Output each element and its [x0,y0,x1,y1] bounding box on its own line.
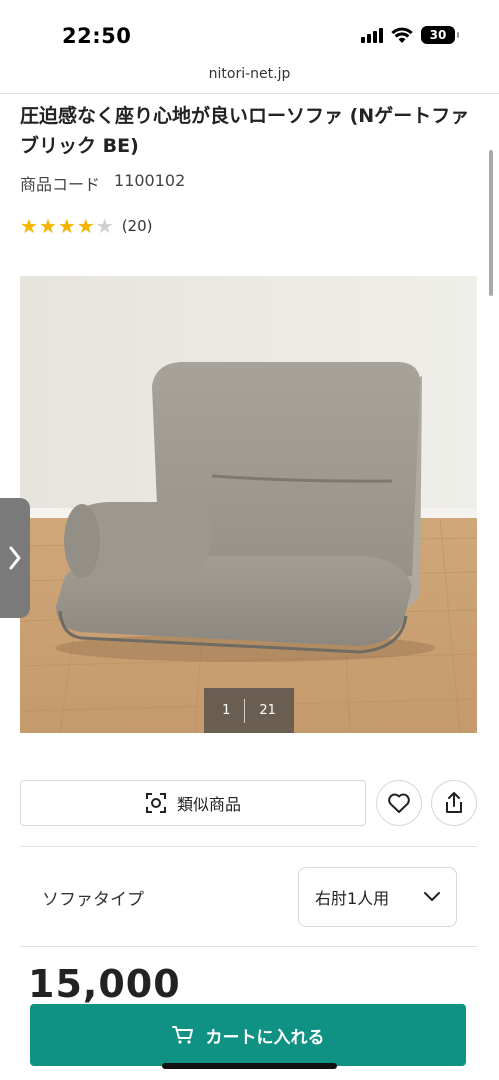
sofa-type-value: 右肘1人用 [315,889,390,908]
chevron-down-icon [424,892,440,901]
product-code: 商品コード 1100102 [20,171,185,195]
sofa-type-label: ソファタイプ [42,890,144,910]
product-image[interactable]: 1 21 [20,276,477,733]
home-indicator [162,1063,337,1069]
cellular-signal-icon [361,27,383,43]
image-current: 1 [222,703,231,718]
share-icon [446,792,462,813]
battery-icon: 30 [421,26,459,44]
status-time: 22:50 [62,24,132,48]
chevron-right-icon [9,546,21,570]
image-total: 21 [259,703,276,718]
add-to-cart-label: カートに入れる [205,1027,325,1048]
image-search-icon [145,793,166,813]
sofa-image [20,276,477,733]
url-bar[interactable]: nitori-net.jp [0,66,499,92]
rating-stars: ★ ★ ★ ★ ★ [20,214,114,238]
sofa-type-select[interactable]: 右肘1人用 [298,867,457,927]
product-code-value: 1100102 [114,171,186,190]
scroll-indicator [489,150,493,296]
url-divider [0,93,499,94]
product-code-label: 商品コード [20,175,101,194]
star-icon: ★ [76,214,95,238]
favorite-button[interactable] [376,780,422,826]
share-button[interactable] [431,780,477,826]
side-panel-tab[interactable] [0,498,30,618]
similar-products-label: 類似商品 [176,795,241,814]
add-to-cart-button[interactable]: カートに入れる [30,1004,466,1066]
image-counter: 1 21 [204,688,294,733]
status-icons: 30 [361,26,459,44]
divider [20,946,477,947]
star-icon: ★ [95,214,114,238]
review-count[interactable]: (20) [122,217,153,235]
rating[interactable]: ★ ★ ★ ★ ★ (20) [20,214,152,238]
heart-icon [388,793,410,813]
image-counter-separator [244,698,246,723]
similar-products-button[interactable]: 類似商品 [20,780,366,826]
star-icon: ★ [20,214,38,238]
price: 15,000 [28,962,181,1006]
divider [20,846,477,847]
wifi-icon [391,27,413,43]
cart-icon [171,1026,193,1044]
product-title: 圧迫感なく座り心地が良いローソファ (Nゲートファブリック BE) [20,105,470,157]
star-icon: ★ [57,214,76,238]
status-bar: 22:50 30 [0,0,499,66]
star-icon: ★ [38,214,57,238]
